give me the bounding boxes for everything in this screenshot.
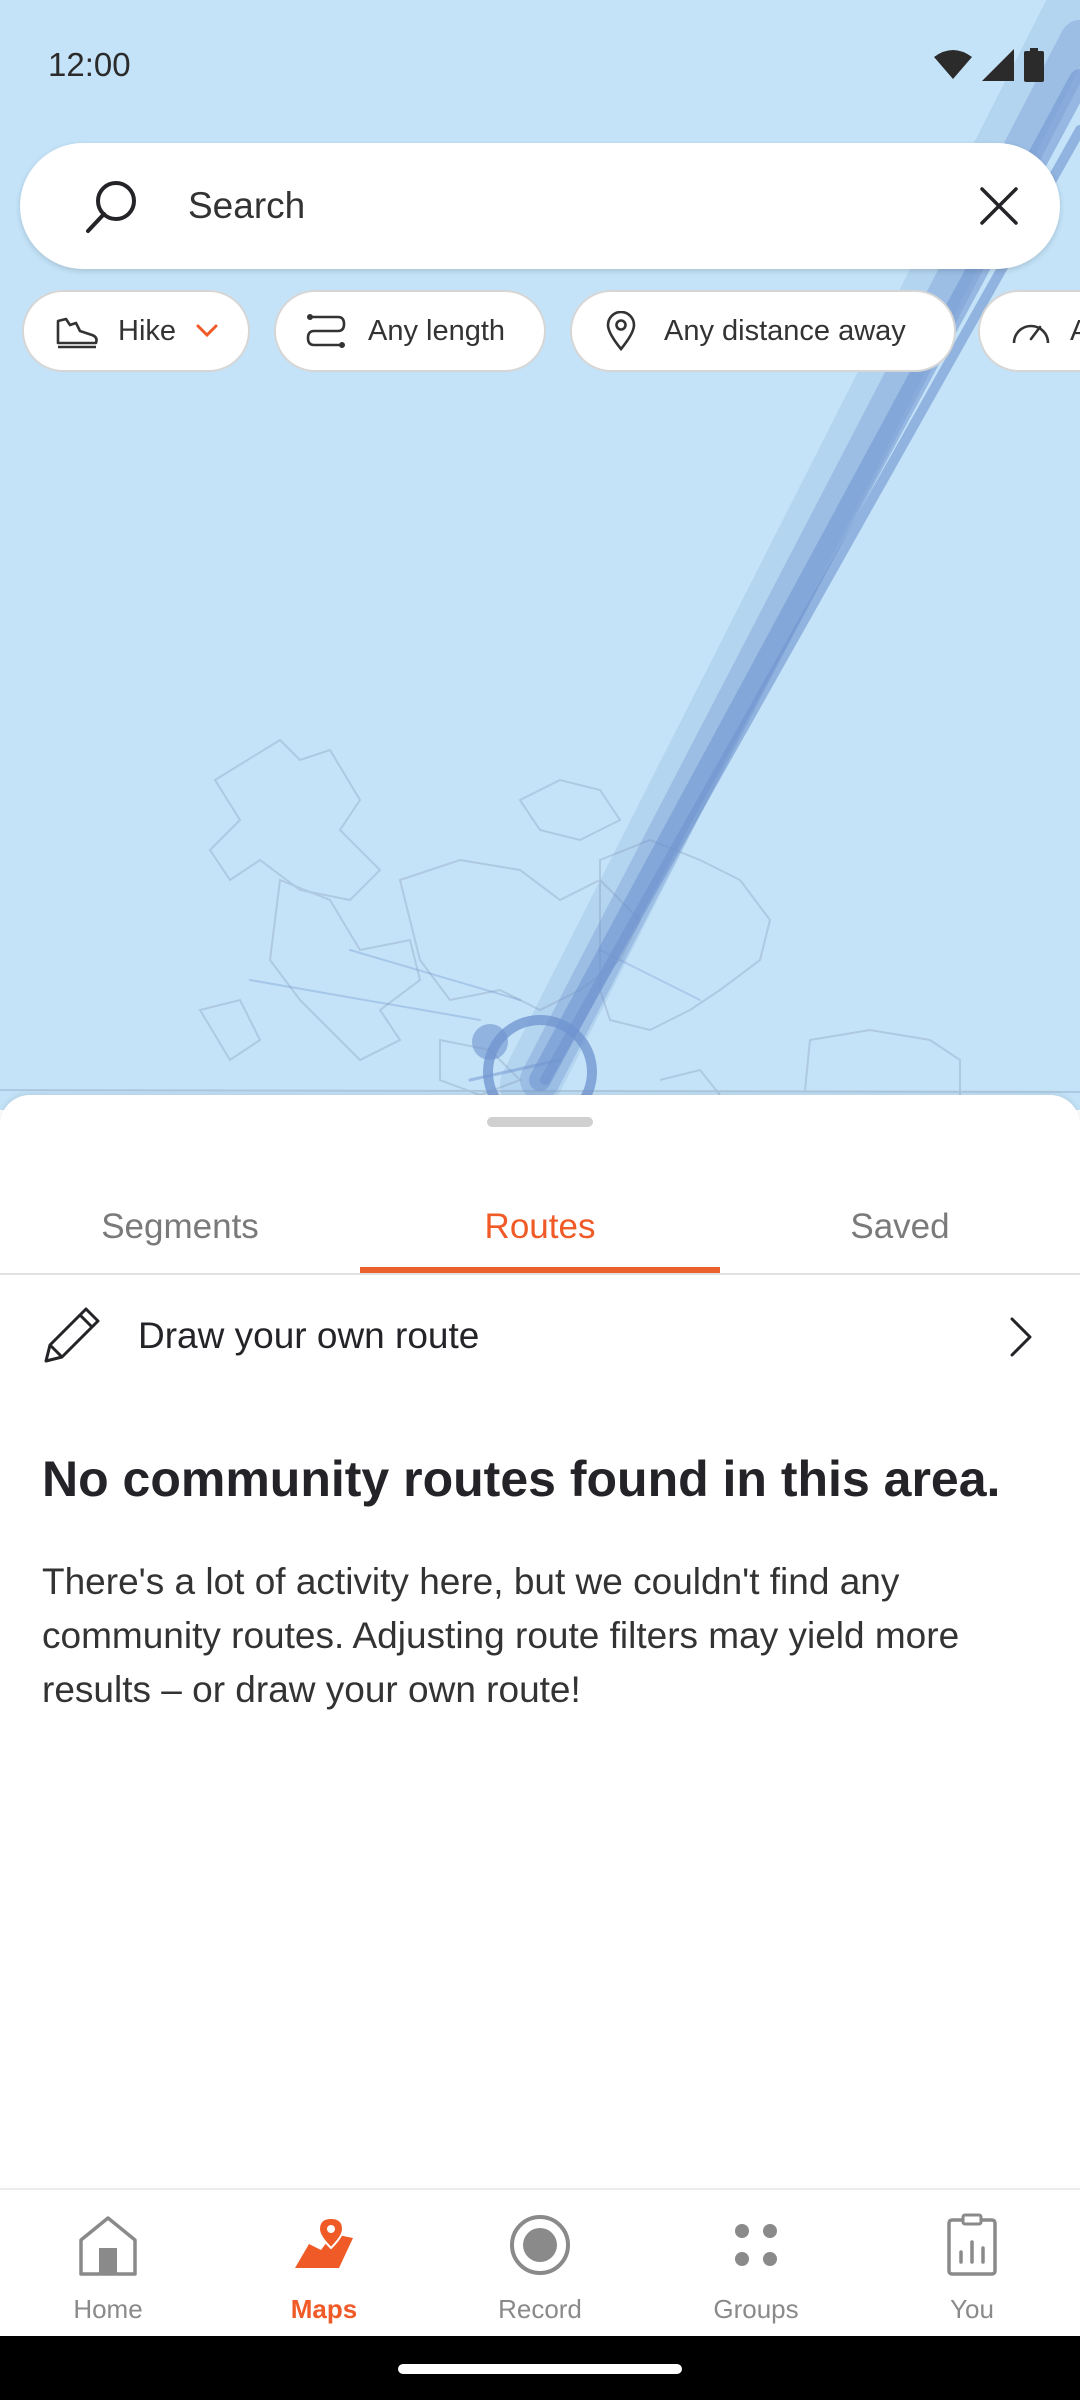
search-icon	[86, 181, 136, 233]
filter-chip-length-label: Any length	[368, 314, 506, 347]
nav-home[interactable]: Home	[0, 2190, 216, 2338]
tab-segments[interactable]: Segments	[0, 1185, 360, 1275]
you-icon	[947, 2213, 997, 2276]
empty-state-body: There's a lot of activity here, but we c…	[42, 1561, 960, 1710]
speedometer-icon	[1012, 324, 1050, 344]
status-time: 12:00	[48, 46, 131, 83]
chevron-right-icon	[1010, 1317, 1032, 1357]
groups-icon	[735, 2224, 777, 2266]
chevron-down-icon	[196, 324, 218, 338]
filter-chip-distance[interactable]: Any distance away	[570, 290, 956, 372]
filter-chip-difficulty[interactable]: A	[978, 290, 1080, 372]
nav-you[interactable]: You	[864, 2190, 1080, 2338]
gesture-bar	[0, 2336, 1080, 2400]
filter-chip-activity[interactable]: Hike	[22, 290, 250, 372]
pencil-icon	[44, 1307, 100, 1363]
draw-route-label: Draw your own route	[138, 1315, 480, 1356]
nav-record[interactable]: Record	[432, 2190, 648, 2338]
search-bar[interactable]: Search	[20, 143, 1060, 269]
home-icon	[79, 2216, 137, 2276]
filter-chip-activity-label: Hike	[118, 314, 177, 347]
location-pin-icon	[606, 311, 636, 351]
empty-state-title: No community routes found in this area.	[42, 1451, 1001, 1507]
nav-maps[interactable]: Maps	[216, 2190, 432, 2338]
wifi-icon	[934, 50, 972, 79]
status-bar: 12:00	[0, 0, 1080, 130]
filter-chip-length[interactable]: Any length	[274, 290, 546, 372]
home-gesture-pill[interactable]	[398, 2364, 682, 2374]
hiking-shoe-icon	[56, 317, 98, 349]
nav-groups[interactable]: Groups	[648, 2190, 864, 2338]
route-length-icon	[306, 314, 346, 348]
nav-maps-label: Maps	[290, 2294, 358, 2324]
bottom-navigation: Home Maps Record Groups You	[0, 2188, 1080, 2336]
search-input[interactable]: Search	[188, 185, 305, 227]
nav-record-label: Record	[498, 2294, 582, 2324]
close-icon[interactable]	[978, 185, 1020, 227]
tab-routes[interactable]: Routes	[360, 1185, 720, 1275]
filter-chips: Hike Any length Any distance away A	[22, 290, 1080, 374]
filter-chip-distance-label: Any distance away	[664, 314, 906, 347]
battery-icon	[1024, 48, 1044, 82]
tab-saved[interactable]: Saved	[720, 1185, 1080, 1275]
nav-you-label: You	[950, 2294, 994, 2324]
tab-bar: Segments Routes Saved	[0, 1185, 1080, 1275]
bottom-sheet: Segments Routes Saved Draw your own rout…	[0, 1095, 1080, 2185]
signal-icon	[982, 49, 1014, 81]
maps-icon	[295, 2216, 353, 2268]
draw-route-row[interactable]: Draw your own route	[0, 1275, 1080, 1405]
nav-home-label: Home	[73, 2294, 143, 2324]
status-icons	[934, 48, 1044, 82]
record-icon	[510, 2215, 570, 2275]
nav-groups-label: Groups	[713, 2294, 799, 2324]
drag-handle[interactable]	[487, 1117, 593, 1127]
filter-chip-difficulty-label: A	[1070, 314, 1080, 347]
